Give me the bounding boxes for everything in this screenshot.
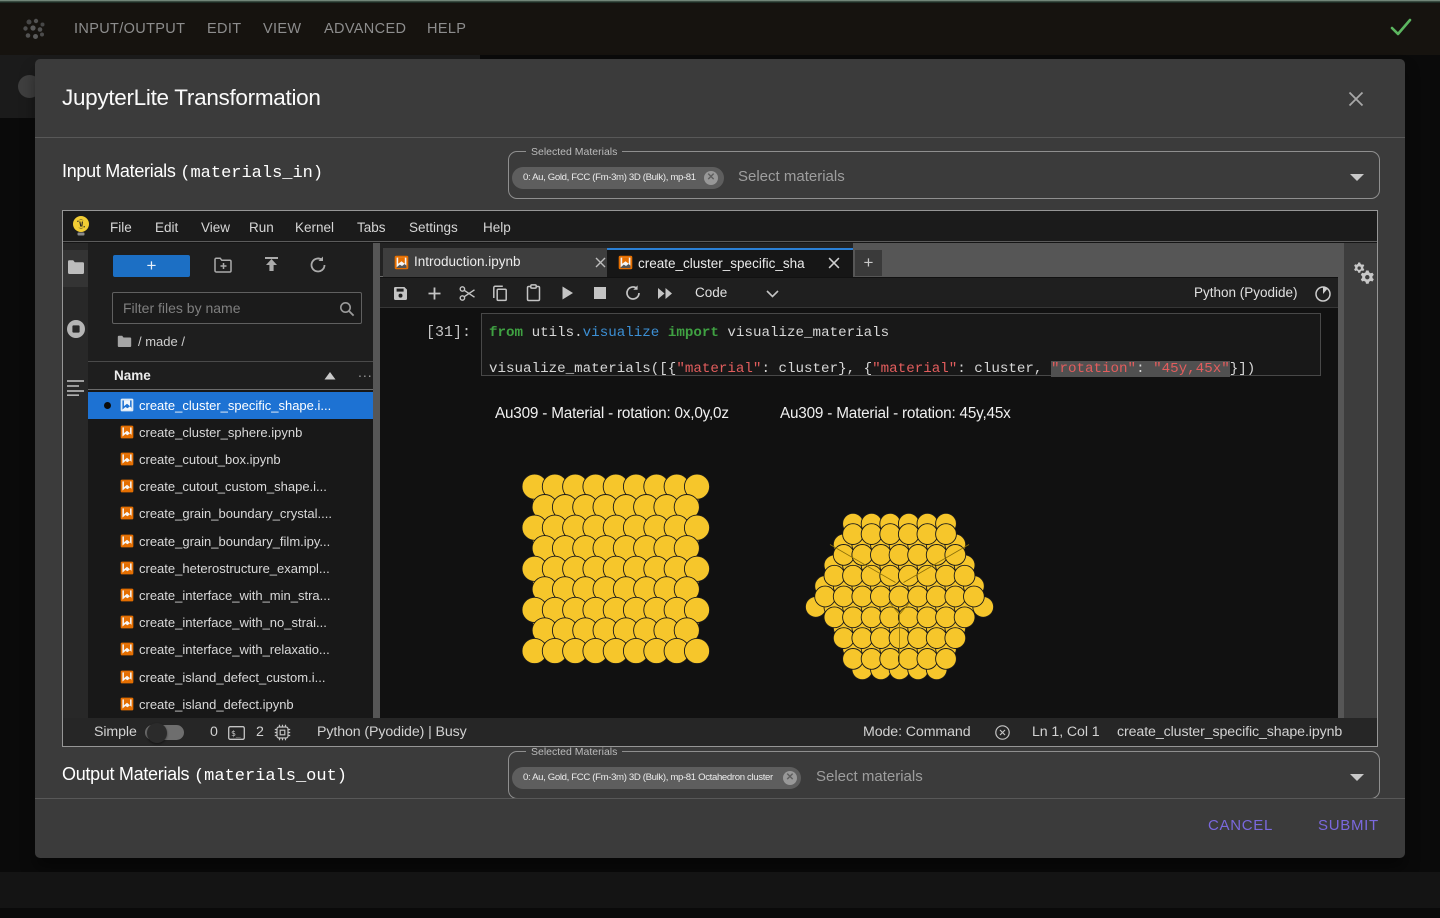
svg-text:$_: $_ xyxy=(231,729,241,738)
